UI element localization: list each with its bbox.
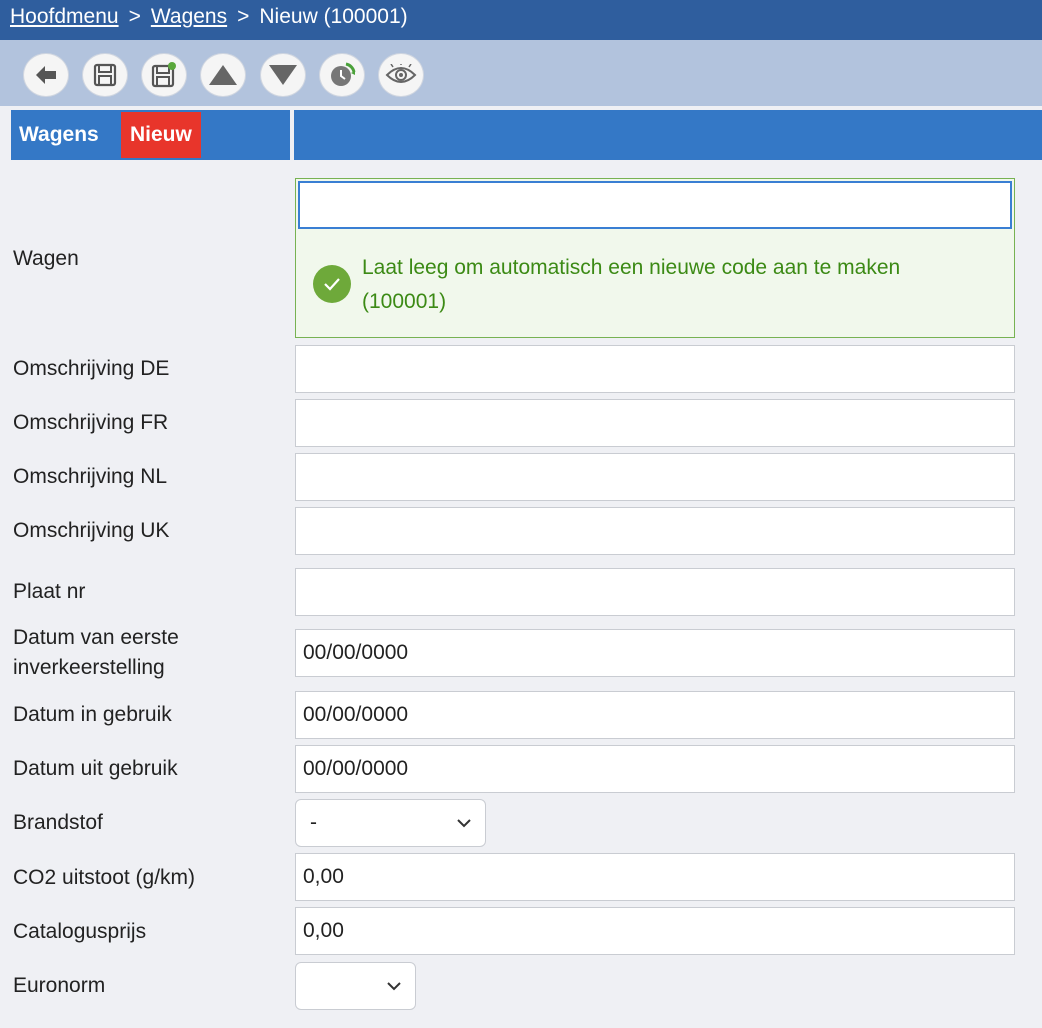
breadcrumb-home-link[interactable]: Hoofdmenu	[10, 5, 119, 28]
omschrijving-fr-label: Omschrijving FR	[13, 411, 169, 434]
view-button[interactable]	[378, 53, 424, 97]
omschrijving-nl-label: Omschrijving NL	[13, 465, 168, 488]
section-header-fill	[294, 110, 1042, 160]
omschrijving-nl-input[interactable]	[295, 453, 1015, 501]
datum-in-input[interactable]	[295, 691, 1015, 739]
section-header: Wagens Nieuw	[11, 110, 290, 160]
history-button[interactable]	[319, 53, 365, 97]
breadcrumb-current: Nieuw (100001)	[259, 5, 408, 28]
catalogusprijs-label: Catalogusprijs	[13, 920, 147, 943]
eye-icon	[385, 64, 417, 86]
wagen-input[interactable]	[298, 181, 1012, 229]
brandstof-select[interactable]: -	[295, 799, 486, 847]
save-new-icon	[150, 61, 178, 89]
euronorm-label: Euronorm	[13, 974, 106, 997]
plaat-nr-label: Plaat nr	[13, 580, 86, 603]
brandstof-label: Brandstof	[13, 811, 103, 834]
omschrijving-uk-input[interactable]	[295, 507, 1015, 555]
brandstof-value: -	[310, 811, 317, 834]
back-button[interactable]	[23, 53, 69, 97]
move-down-button[interactable]	[260, 53, 306, 97]
breadcrumb-separator: >	[128, 5, 141, 28]
up-triangle-icon	[208, 63, 238, 87]
catalogusprijs-input[interactable]	[295, 907, 1015, 955]
omschrijving-uk-label: Omschrijving UK	[13, 519, 170, 542]
history-icon	[328, 61, 356, 89]
breadcrumb-wagens-link[interactable]: Wagens	[151, 5, 227, 28]
down-triangle-icon	[268, 63, 298, 87]
wagen-label: Wagen	[13, 247, 79, 270]
omschrijving-de-input[interactable]	[295, 345, 1015, 393]
datum-uit-input[interactable]	[295, 745, 1015, 793]
wagen-hint: Laat leeg om automatisch een nieuwe code…	[362, 256, 901, 313]
datum-in-label: Datum in gebruik	[13, 703, 172, 726]
datum-eerste-label: Datum van eerste inverkeerstelling	[13, 626, 179, 679]
datum-uit-label: Datum uit gebruik	[13, 757, 178, 780]
status-badge: Nieuw	[121, 112, 201, 158]
back-arrow-icon	[33, 62, 59, 88]
save-new-button[interactable]	[141, 53, 187, 97]
omschrijving-fr-input[interactable]	[295, 399, 1015, 447]
toolbar	[0, 40, 1042, 106]
section-title: Wagens	[19, 123, 99, 146]
co2-input[interactable]	[295, 853, 1015, 901]
omschrijving-de-label: Omschrijving DE	[13, 357, 170, 380]
co2-label: CO2 uitstoot (g/km)	[13, 866, 196, 889]
datum-eerste-input[interactable]	[295, 629, 1015, 677]
wagen-field-group: Laat leeg om automatisch een nieuwe code…	[295, 178, 1015, 338]
plaat-nr-input[interactable]	[295, 568, 1015, 616]
check-circle-icon	[313, 265, 351, 303]
euronorm-select[interactable]	[295, 962, 416, 1010]
save-button[interactable]	[82, 53, 128, 97]
save-icon	[92, 62, 118, 88]
breadcrumb: Hoofdmenu > Wagens > Nieuw (100001)	[0, 0, 1042, 40]
move-up-button[interactable]	[200, 53, 246, 97]
breadcrumb-separator: >	[237, 5, 250, 28]
